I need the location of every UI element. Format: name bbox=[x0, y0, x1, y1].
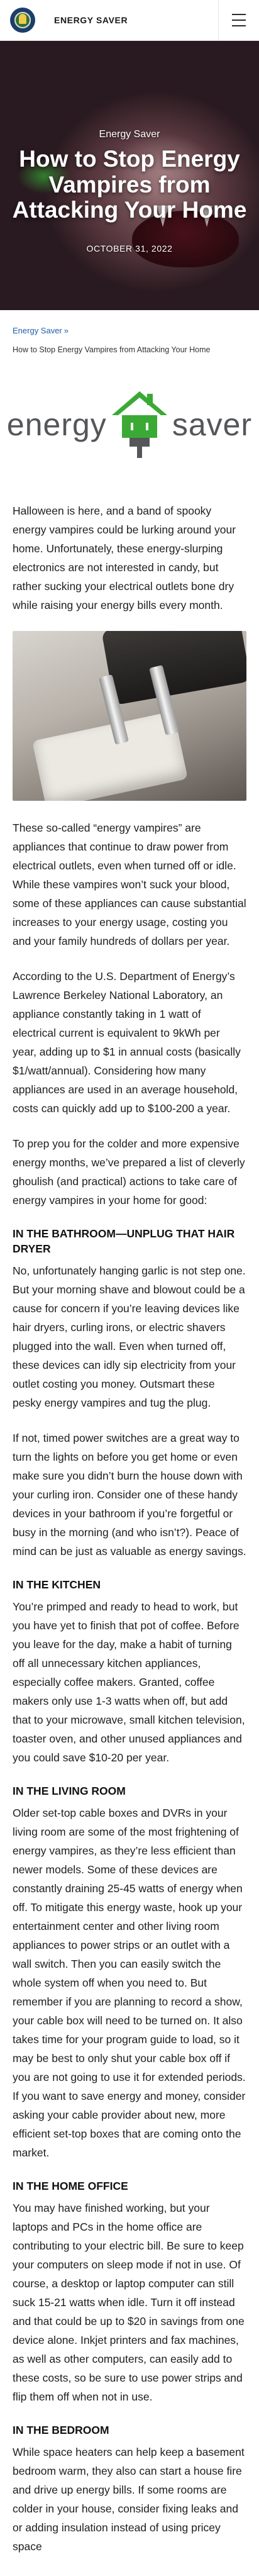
page-title: How to Stop Energy Vampires from Attacki… bbox=[12, 146, 247, 223]
article-paragraph: You may have finished working, but your … bbox=[13, 2202, 245, 2403]
house-plug-icon bbox=[111, 391, 167, 458]
article-paragraph: You’re primped and ready to head to work… bbox=[13, 1600, 245, 1764]
energy-saver-logo: energy saver bbox=[0, 387, 259, 462]
photo-plug bbox=[101, 631, 246, 706]
section-heading-kitchen: IN THE KITCHEN bbox=[13, 1578, 101, 1591]
hero-text: Energy Saver How to Stop Energy Vampires… bbox=[0, 129, 259, 254]
article-body: Halloween is here, and a band of spooky … bbox=[0, 501, 259, 2556]
article-paragraph: According to the U.S. Department of Ener… bbox=[13, 970, 241, 1115]
logo-word-saver: saver bbox=[172, 407, 253, 442]
article-paragraph: While space heaters can help keep a base… bbox=[13, 2446, 245, 2553]
breadcrumb-separator: » bbox=[63, 326, 69, 335]
breadcrumb-current: How to Stop Energy Vampires from Attacki… bbox=[13, 345, 211, 354]
breadcrumb: Energy Saver» How to Stop Energy Vampire… bbox=[0, 310, 259, 359]
breadcrumb-link-energy-saver[interactable]: Energy Saver bbox=[13, 326, 62, 335]
section-heading-bathroom: IN THE BATHROOM—UNPLUG THAT HAIR DRYER bbox=[13, 1227, 235, 1255]
article-paragraph: These so-called “energy vampires” are ap… bbox=[13, 822, 246, 947]
section-heading-bedroom: IN THE BEDROOM bbox=[13, 2424, 109, 2436]
article-paragraph: Halloween is here, and a band of spooky … bbox=[13, 505, 236, 611]
publish-date: OCTOBER 31, 2022 bbox=[86, 243, 173, 254]
plug-photo bbox=[13, 631, 246, 801]
hamburger-icon-bar bbox=[232, 20, 246, 21]
logo-word-energy: energy bbox=[6, 407, 107, 442]
article-paragraph: Older set-top cable boxes and DVRs in yo… bbox=[13, 1807, 246, 2159]
hamburger-icon-bar bbox=[232, 14, 246, 15]
hamburger-icon-bar bbox=[232, 25, 246, 26]
article-paragraph: No, unfortunately hanging garlic is not … bbox=[13, 1264, 246, 1409]
section-heading-home-office: IN THE HOME OFFICE bbox=[13, 2180, 128, 2192]
section-heading-living-room: IN THE LIVING ROOM bbox=[13, 1785, 126, 1797]
menu-button[interactable] bbox=[218, 0, 259, 40]
site-header: ENERGY SAVER bbox=[0, 0, 259, 41]
article-paragraph: To prep you for the colder and more expe… bbox=[13, 1137, 245, 1207]
doe-seal-logo[interactable] bbox=[10, 8, 35, 33]
site-title[interactable]: ENERGY SAVER bbox=[54, 15, 128, 25]
article-paragraph: If not, timed power switches are a great… bbox=[13, 1432, 246, 1558]
hero-banner: Energy Saver How to Stop Energy Vampires… bbox=[0, 41, 259, 310]
hero-kicker: Energy Saver bbox=[99, 129, 160, 140]
